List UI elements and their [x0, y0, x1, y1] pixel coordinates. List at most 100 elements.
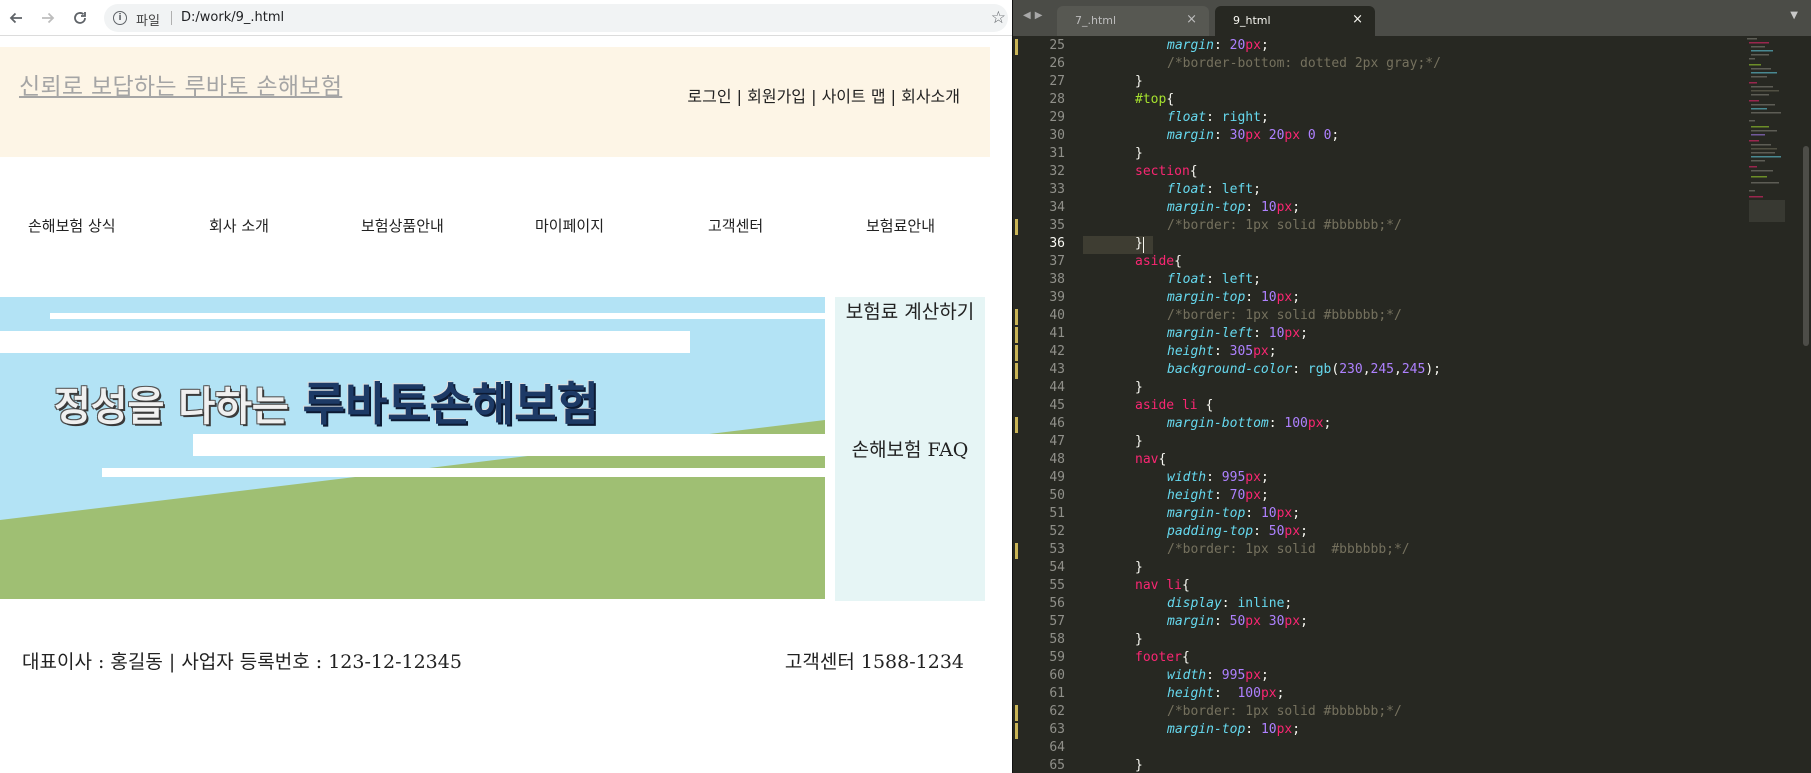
scrollbar-thumb[interactable] — [1803, 146, 1809, 346]
browser-toolbar: i 파일 D:/work/9_.html ☆ — [0, 0, 1012, 36]
code-line[interactable]: } — [1135, 74, 1143, 92]
code-line[interactable]: } — [1135, 758, 1143, 773]
code-line[interactable]: margin: 30px 20px 0 0; — [1167, 128, 1339, 146]
code-token: ; — [1260, 488, 1269, 503]
code-line[interactable]: margin: 20px; — [1167, 38, 1269, 56]
line-number: 41 — [1049, 326, 1065, 341]
aside-item-premium-calculator[interactable]: 보험료 계산하기 — [835, 297, 985, 324]
nav-item-premium-info[interactable]: 보험료안내 — [866, 215, 935, 236]
banner-graphic — [0, 297, 825, 599]
code-line[interactable]: aside li { — [1135, 398, 1213, 416]
tab-7-html[interactable]: 7_.html × — [1057, 6, 1209, 36]
code-line[interactable]: aside{ — [1135, 254, 1182, 272]
tab-scroll-arrows-icon[interactable]: ◀▶ — [1023, 10, 1046, 21]
line-number: 26 — [1049, 56, 1065, 71]
code-line[interactable]: float: left; — [1167, 182, 1261, 200]
code-line[interactable]: margin: 50px 30px; — [1167, 614, 1308, 632]
forward-arrow-icon[interactable] — [36, 6, 60, 30]
code-line[interactable]: margin-top: 10px; — [1167, 506, 1300, 524]
code-token: 245 — [1370, 362, 1394, 377]
code-token: nav li — [1135, 578, 1182, 593]
address-bar[interactable]: i 파일 D:/work/9_.html ☆ — [104, 4, 1008, 32]
line-number: 59 — [1049, 650, 1065, 665]
code-token: : — [1253, 326, 1269, 341]
info-icon[interactable]: i — [113, 11, 127, 25]
url-text[interactable]: D:/work/9_.html — [181, 10, 284, 25]
close-icon[interactable]: × — [1186, 12, 1197, 27]
code-line[interactable]: } — [1135, 146, 1143, 164]
line-number: 39 — [1049, 290, 1065, 305]
top-links[interactable]: 로그인 | 회원가입 | 사이트 맵 | 회사소개 — [687, 83, 960, 107]
code-line[interactable]: /*border: 1px solid #bbbbbb;*/ — [1167, 542, 1410, 560]
code-line[interactable]: width: 995px; — [1167, 470, 1269, 488]
code-line[interactable]: /*border: 1px solid #bbbbbb;*/ — [1167, 218, 1402, 236]
code-line[interactable]: margin-top: 10px; — [1167, 722, 1300, 740]
minimap[interactable] — [1713, 36, 1803, 773]
code-line[interactable]: height: 100px; — [1167, 686, 1284, 704]
code-line[interactable]: /*border: 1px solid #bbbbbb;*/ — [1167, 308, 1402, 326]
code-line[interactable]: } — [1135, 560, 1143, 578]
nav-item-products[interactable]: 보험상품안내 — [361, 215, 444, 236]
code-line[interactable]: float: right; — [1167, 110, 1269, 128]
code-line[interactable]: background-color: rgb(230,245,245); — [1167, 362, 1441, 380]
code-token: px — [1245, 614, 1261, 629]
code-token: : — [1253, 524, 1269, 539]
code-line[interactable]: footer{ — [1135, 650, 1190, 668]
reload-icon[interactable] — [68, 6, 92, 30]
line-number: 61 — [1049, 686, 1065, 701]
aside-item-faq[interactable]: 손해보험 FAQ — [835, 435, 985, 462]
bookmark-star-icon[interactable]: ☆ — [991, 8, 1006, 28]
code-line[interactable]: } — [1135, 632, 1143, 650]
line-number: 42 — [1049, 344, 1065, 359]
code-line[interactable]: /*border: 1px solid #bbbbbb;*/ — [1167, 704, 1402, 722]
code-token: } — [1135, 758, 1143, 773]
code-line[interactable]: } — [1135, 434, 1143, 452]
banner-slogan-light: 정성을 다하는 — [54, 384, 303, 430]
code-line[interactable]: margin-top: 10px; — [1167, 200, 1300, 218]
code-line[interactable]: margin-bottom: 100px; — [1167, 416, 1331, 434]
code-line[interactable]: display: inline; — [1167, 596, 1292, 614]
code-token: : — [1268, 416, 1285, 431]
back-arrow-icon[interactable] — [4, 6, 28, 30]
code-token: : — [1245, 200, 1261, 215]
code-token: { — [1158, 452, 1167, 467]
code-token: px — [1284, 524, 1301, 539]
code-token: nav — [1135, 452, 1159, 467]
code-line[interactable]: } — [1135, 380, 1143, 398]
code-line[interactable]: nav{ — [1135, 452, 1166, 470]
code-area[interactable]: margin: 20px;/*border-bottom: dotted 2px… — [1083, 36, 1743, 773]
modified-line-marker — [1015, 327, 1018, 343]
code-line[interactable]: nav li{ — [1135, 578, 1190, 596]
site-title-link[interactable]: 신뢰로 보답하는 루바토 손해보험 — [19, 67, 342, 101]
nav-item-mypage[interactable]: 마이페이지 — [535, 215, 604, 236]
close-icon[interactable]: × — [1352, 12, 1363, 27]
code-token: 20 — [1229, 38, 1246, 53]
code-token: px — [1245, 488, 1261, 503]
code-token: left — [1221, 272, 1254, 287]
code-line[interactable]: margin-left: 10px; — [1167, 326, 1308, 344]
code-token: px — [1245, 38, 1261, 53]
code-line[interactable]: } — [1135, 236, 1143, 254]
code-token: margin-bottom — [1167, 416, 1269, 431]
code-line[interactable]: height: 305px; — [1167, 344, 1277, 362]
code-line[interactable]: section{ — [1135, 164, 1198, 182]
code-token: 10 — [1260, 290, 1277, 305]
code-line[interactable]: #top{ — [1135, 92, 1174, 110]
code-line[interactable]: float: left; — [1167, 272, 1261, 290]
nav-item-company[interactable]: 회사 소개 — [209, 215, 269, 236]
tab-menu-chevron-icon[interactable]: ▼ — [1790, 10, 1798, 21]
code-line[interactable]: /*border-bottom: dotted 2px gray;*/ — [1167, 56, 1441, 74]
code-line[interactable]: margin-top: 10px; — [1167, 290, 1300, 308]
code-line[interactable]: width: 995px; — [1167, 668, 1269, 686]
code-token: { — [1181, 578, 1190, 593]
code-token: px — [1284, 128, 1301, 143]
code-line[interactable]: padding-top: 50px; — [1167, 524, 1308, 542]
editor-scrollbar[interactable] — [1802, 36, 1810, 773]
code-token: ; — [1292, 506, 1301, 521]
tab-9-html[interactable]: 9_html × — [1215, 6, 1375, 36]
modified-line-marker — [1015, 309, 1018, 325]
nav-item-insurance-basics[interactable]: 손해보험 상식 — [28, 215, 116, 236]
line-number: 50 — [1049, 488, 1065, 503]
code-line[interactable]: height: 70px; — [1167, 488, 1269, 506]
nav-item-customer-center[interactable]: 고객센터 — [708, 215, 763, 236]
